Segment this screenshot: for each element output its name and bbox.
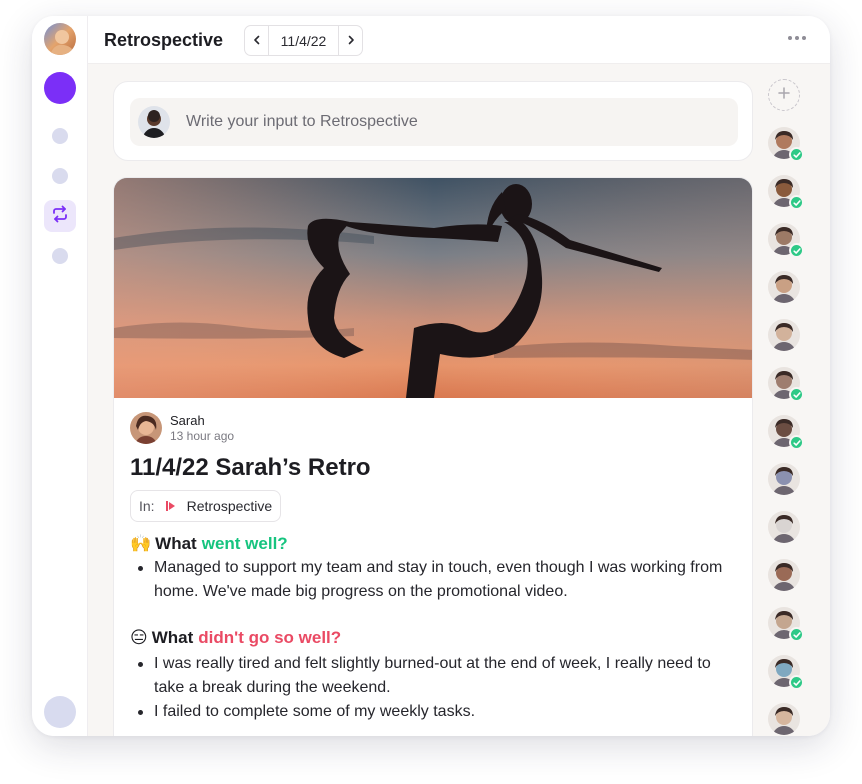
post-timestamp: 13 hour ago	[170, 428, 235, 443]
author-avatar[interactable]	[130, 412, 162, 444]
left-rail	[32, 16, 88, 736]
avatar-image	[768, 559, 800, 591]
current-date[interactable]: 11/4/22	[268, 26, 339, 55]
participant-avatar[interactable]	[768, 319, 800, 351]
participant-avatar[interactable]	[768, 655, 804, 690]
participants-column	[764, 64, 830, 736]
post-title: 11/4/22 Sarah’s Retro	[130, 454, 371, 481]
retro-flag-icon	[165, 500, 177, 512]
checkmark-icon	[789, 675, 804, 690]
nav-item[interactable]	[52, 128, 68, 144]
participant-avatar[interactable]	[768, 415, 804, 450]
more-options-button[interactable]	[788, 30, 806, 46]
page-title: Retrospective	[104, 30, 224, 50]
cover-image	[114, 178, 752, 398]
composer	[130, 98, 738, 146]
top-bar: Retrospective 11/4/22	[88, 16, 830, 64]
checkmark-icon	[789, 147, 804, 162]
previous-date-button[interactable]	[245, 26, 268, 55]
chevron-right-icon	[346, 32, 356, 50]
checkmark-icon	[789, 435, 804, 450]
checkmark-icon	[789, 627, 804, 642]
user-avatar[interactable]	[44, 696, 76, 728]
plus-icon	[778, 86, 790, 104]
section-lead: What	[151, 628, 194, 647]
avatar-image	[768, 463, 800, 495]
more-horizontal-icon	[788, 36, 792, 40]
participant-avatar[interactable]	[768, 367, 804, 402]
went-well-list: Managed to support my team and stay in t…	[136, 556, 736, 604]
participant-avatar[interactable]	[768, 559, 800, 591]
section-didnt-go-well-heading: 😑 What didn't go so well?	[130, 628, 341, 648]
didnt-go-well-list: I was really tired and felt slightly bur…	[136, 652, 736, 724]
feed: Sarah 13 hour ago 11/4/22 Sarah’s Retro …	[88, 64, 764, 736]
participant-avatar[interactable]	[768, 463, 800, 495]
space-button-purple[interactable]	[44, 72, 76, 104]
avatar-image	[768, 511, 800, 543]
section-lead: What	[155, 534, 197, 553]
retrospective-nav-button[interactable]	[44, 200, 76, 232]
post-author: Sarah 13 hour ago	[130, 412, 234, 444]
channel-label: In:	[139, 498, 155, 514]
participant-avatar[interactable]	[768, 127, 804, 162]
section-highlight: went well?	[201, 534, 288, 553]
list-item: I was really tired and felt slightly bur…	[136, 652, 736, 700]
participant-avatar[interactable]	[768, 511, 800, 543]
composer-avatar	[138, 106, 170, 138]
checkmark-icon	[789, 195, 804, 210]
date-navigator: 11/4/22	[244, 25, 363, 56]
list-item: Managed to support my team and stay in t…	[136, 556, 736, 604]
app-window: Retrospective 11/4/22 Write your input t…	[32, 16, 830, 736]
avatar-image	[768, 271, 800, 303]
chevron-left-icon	[252, 32, 262, 50]
author-name[interactable]: Sarah	[170, 413, 234, 429]
repeat-icon	[51, 205, 69, 228]
checkmark-icon	[789, 387, 804, 402]
avatar-image	[768, 703, 800, 735]
composer-input[interactable]	[186, 98, 726, 146]
section-highlight: didn't go so well?	[198, 628, 342, 647]
avatar-image	[768, 319, 800, 351]
participant-avatar[interactable]	[768, 271, 800, 303]
channel-name: Retrospective	[186, 498, 273, 514]
nav-item[interactable]	[52, 248, 68, 264]
workspace-avatar[interactable]	[44, 23, 76, 55]
participant-avatar[interactable]	[768, 703, 800, 735]
composer-card	[113, 81, 753, 161]
list-item: I failed to complete some of my weekly t…	[136, 700, 736, 724]
participant-avatar[interactable]	[768, 607, 804, 642]
expressionless-face-icon: 😑	[130, 628, 148, 648]
participant-avatar[interactable]	[768, 175, 804, 210]
channel-chip[interactable]: In: Retrospective	[130, 490, 282, 522]
add-participant-button[interactable]	[768, 79, 800, 111]
nav-item[interactable]	[52, 168, 68, 184]
checkmark-icon	[789, 243, 804, 258]
raising-hands-icon: 🙌	[130, 534, 152, 554]
participant-avatar[interactable]	[768, 223, 804, 258]
retro-post: Sarah 13 hour ago 11/4/22 Sarah’s Retro …	[113, 177, 753, 736]
section-went-well-heading: 🙌 What went well?	[130, 534, 288, 554]
next-date-button[interactable]	[339, 26, 362, 55]
